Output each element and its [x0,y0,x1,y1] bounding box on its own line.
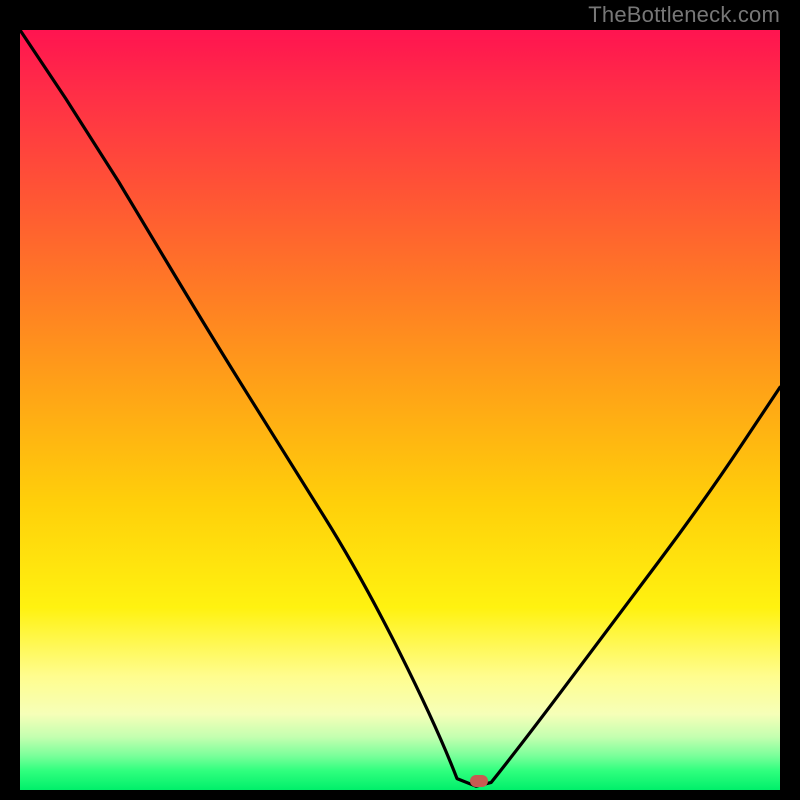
gradient-plot-area [20,30,780,790]
bottleneck-curve [20,30,780,790]
optimal-point-marker [470,775,488,787]
curve-path [20,30,780,786]
watermark-label: TheBottleneck.com [588,2,780,28]
chart-frame: TheBottleneck.com [0,0,800,800]
